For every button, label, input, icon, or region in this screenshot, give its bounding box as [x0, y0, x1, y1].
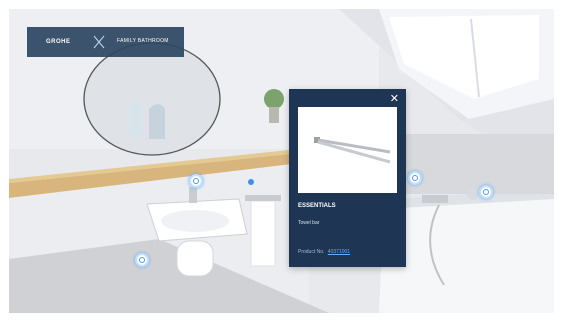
hotspot-sink-tap[interactable]	[189, 174, 203, 188]
hotspot-shower-head[interactable]	[479, 185, 493, 199]
brand-header: GROHE FAMILY BATHROOM	[27, 27, 184, 57]
product-number: Product No. 40371001	[298, 249, 350, 255]
product-popup: ✕ ESSENTIALS Towel bar Product No. 40371…	[289, 89, 406, 267]
product-number-link[interactable]: 40371001	[328, 249, 350, 255]
hotspot-basin[interactable]	[135, 253, 149, 267]
product-image	[298, 107, 397, 193]
hotspot-shower-valve[interactable]	[408, 171, 422, 185]
viewport-frame: GROHE FAMILY BATHROOM ✕ ESSENTIALS Towel…	[0, 0, 562, 321]
hotspot-towel-bar[interactable]	[248, 179, 254, 185]
room-title: FAMILY BATHROOM	[117, 38, 169, 44]
towel-bar-image	[314, 137, 391, 164]
brand-logo: GROHE	[46, 39, 71, 45]
product-name: Towel bar	[298, 220, 320, 226]
product-series: ESSENTIALS	[298, 203, 336, 209]
close-icon[interactable]: ✕	[390, 94, 399, 105]
bathroom-scene: GROHE FAMILY BATHROOM ✕ ESSENTIALS Towel…	[9, 9, 554, 313]
grohe-x-icon	[93, 35, 105, 49]
product-number-label: Product No.	[298, 249, 325, 255]
